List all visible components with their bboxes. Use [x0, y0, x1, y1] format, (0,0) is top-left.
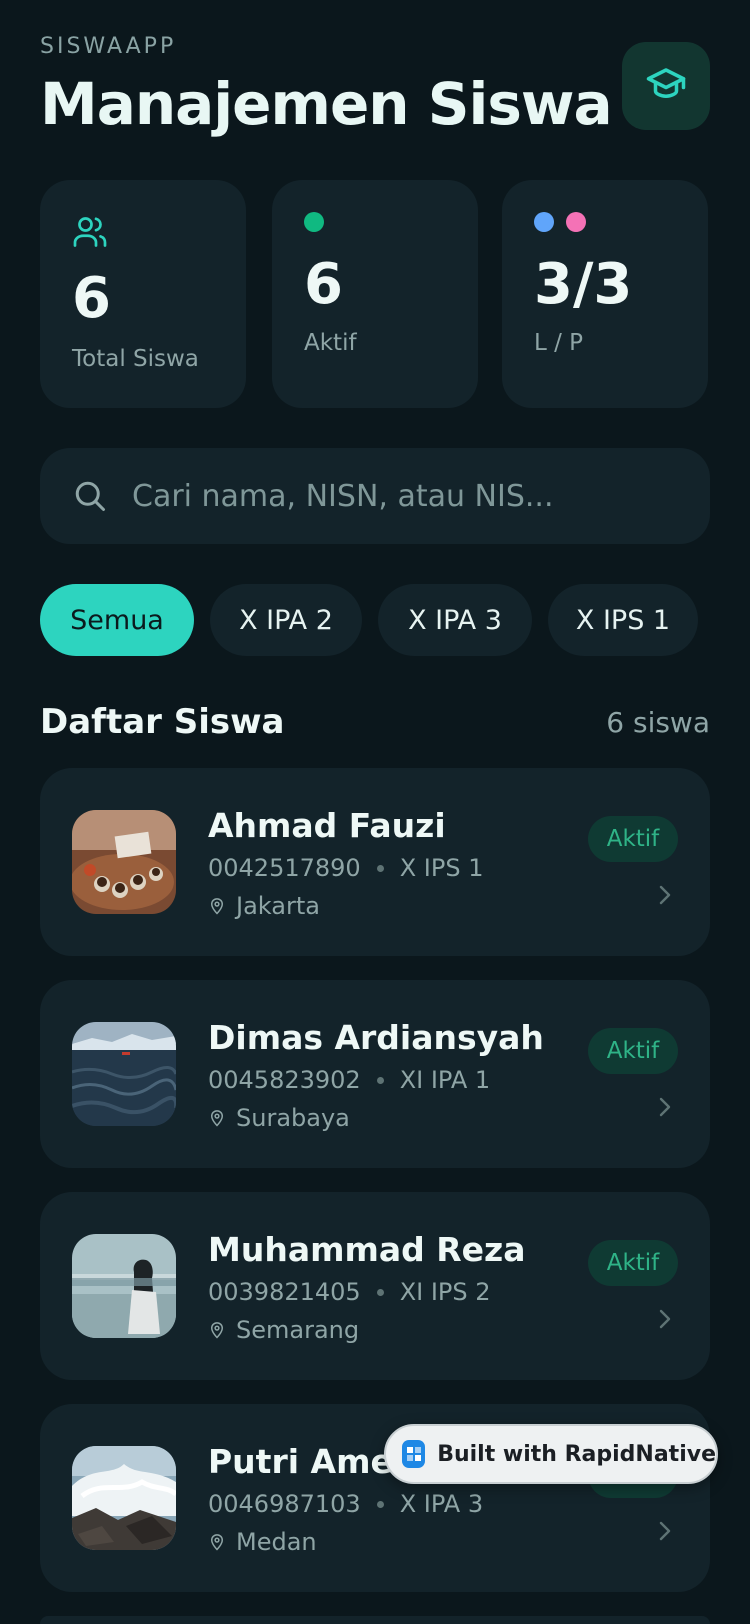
separator-dot: [376, 1288, 384, 1296]
student-city: Surabaya: [236, 1104, 350, 1132]
separator-dot: [376, 1076, 384, 1084]
filter-chip-x-ips-1[interactable]: X IPS 1: [548, 584, 698, 656]
filter-chip-semua[interactable]: Semua: [40, 584, 194, 656]
student-meta: 0042517890 X IPS 1: [208, 854, 483, 882]
student-photo: [72, 1022, 176, 1126]
student-card[interactable]: Dimas Ardiansyah 0045823902 XI IPA 1 Sur…: [40, 980, 710, 1168]
page-title: Manajemen Siswa: [40, 70, 613, 138]
chevron-right-icon: [658, 884, 672, 910]
student-card[interactable]: Muhammad Reza 0039821405 XI IPS 2 Semara…: [40, 1192, 710, 1380]
chevron-right-icon: [658, 1096, 672, 1122]
map-pin-icon: [210, 1110, 224, 1127]
search-input[interactable]: [132, 466, 692, 526]
search-icon: [72, 478, 108, 518]
student-card[interactable]: Ahmad Fauzi 0042517890 X IPS 1 Jakarta A…: [40, 768, 710, 956]
filter-chip-x-ipa-3[interactable]: X IPA 3: [378, 584, 532, 656]
student-nisn: 0045823902: [208, 1066, 361, 1094]
student-photo: [72, 1234, 176, 1338]
male-dot-icon: [534, 212, 554, 232]
stat-label-active: Aktif: [304, 330, 357, 356]
student-nisn: 0046987103: [208, 1490, 361, 1518]
student-name: Ahmad Fauzi: [208, 806, 446, 845]
student-class: XI IPS 2: [399, 1278, 491, 1306]
graduation-button[interactable]: [622, 42, 710, 130]
student-city: Semarang: [236, 1316, 360, 1344]
student-photo: [72, 1446, 176, 1550]
student-nisn: 0039821405: [208, 1278, 361, 1306]
separator-dot: [376, 864, 384, 872]
status-badge: Aktif: [588, 1028, 678, 1074]
stat-value-total: 6: [72, 266, 111, 331]
map-pin-icon: [210, 1322, 224, 1339]
stat-value-active: 6: [304, 252, 343, 317]
student-meta: 0039821405 XI IPS 2: [208, 1278, 491, 1306]
student-count: 6 siswa: [606, 706, 710, 739]
student-meta: 0046987103 X IPA 3: [208, 1490, 483, 1518]
student-class: XI IPA 1: [399, 1066, 491, 1094]
chevron-right-icon: [658, 1520, 672, 1546]
stat-card-total: 6 Total Siswa: [40, 180, 246, 408]
built-with-text: Built with RapidNative: [437, 1441, 716, 1467]
section-title: Daftar Siswa: [40, 702, 285, 742]
chevron-right-icon: [658, 1308, 672, 1334]
status-badge: Aktif: [588, 816, 678, 862]
stat-label-total: Total Siswa: [72, 346, 199, 372]
filter-chip-x-ipa-2[interactable]: X IPA 2: [210, 584, 362, 656]
stat-card-gender: 3/3 L / P: [502, 180, 708, 408]
student-location: Surabaya: [208, 1104, 350, 1132]
app-screen: SISWAAPP Manajemen Siswa 6 Total Siswa 6…: [0, 0, 750, 1624]
status-badge: Aktif: [588, 1240, 678, 1286]
search-bar: [40, 448, 710, 544]
graduation-cap-icon: [645, 63, 687, 109]
separator-dot: [376, 1500, 384, 1508]
student-nisn: 0042517890: [208, 854, 361, 882]
student-city: Medan: [236, 1528, 317, 1556]
stat-value-gender: 3/3: [534, 252, 633, 317]
student-photo: [72, 810, 176, 914]
rapidnative-logo-icon: [402, 1440, 426, 1468]
stat-card-active: 6 Aktif: [272, 180, 478, 408]
map-pin-icon: [210, 898, 224, 915]
student-class: X IPA 3: [399, 1490, 484, 1518]
map-pin-icon: [210, 1534, 224, 1551]
stat-label-gender: L / P: [534, 330, 584, 356]
student-name: Dimas Ardiansyah: [208, 1018, 544, 1057]
built-with-badge[interactable]: Built with RapidNative: [384, 1424, 718, 1484]
app-kicker: SISWAAPP: [40, 34, 177, 59]
student-location: Jakarta: [208, 892, 320, 920]
student-meta: 0045823902 XI IPA 1: [208, 1066, 490, 1094]
student-location: Semarang: [208, 1316, 359, 1344]
green-dot-icon: [304, 212, 324, 232]
users-icon: [72, 214, 108, 254]
student-card[interactable]: [40, 1616, 710, 1624]
student-class: X IPS 1: [399, 854, 484, 882]
student-location: Medan: [208, 1528, 317, 1556]
student-name: Muhammad Reza: [208, 1230, 526, 1269]
student-city: Jakarta: [236, 892, 320, 920]
female-dot-icon: [566, 212, 586, 232]
